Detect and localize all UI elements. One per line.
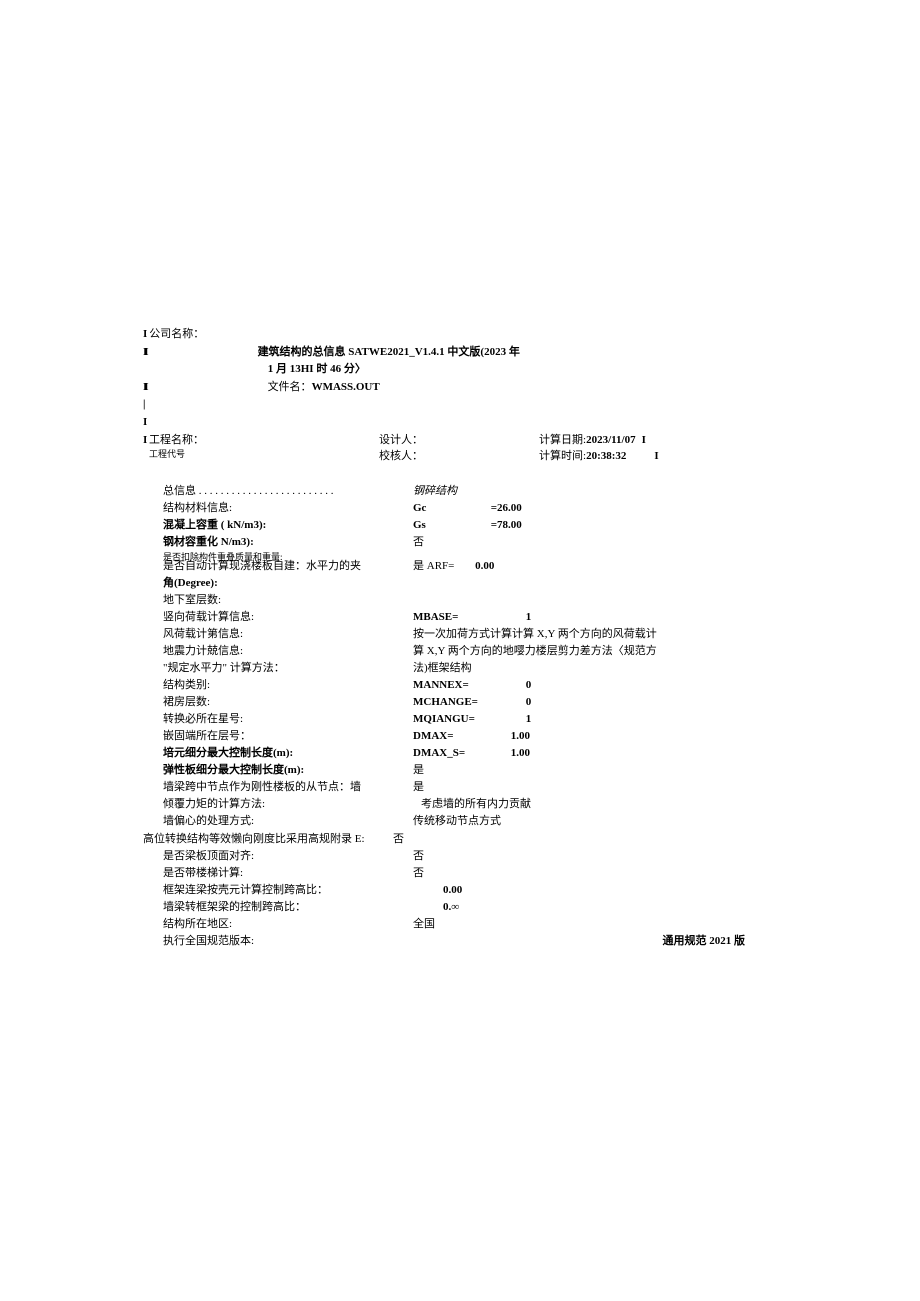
row-value: 考虑墙的所有内力贡献 [413, 796, 775, 813]
doc-title-line2: 1 月 13HI 时 46 分〉 [268, 361, 366, 379]
row-label: 风荷载计第信息: [143, 626, 413, 643]
material-info-value: 钢碎结构 [413, 483, 775, 500]
project-label: 工程名称： [143, 432, 264, 449]
row-label: 混凝上容重 ( kN/m3): [143, 517, 413, 534]
row-label: 是否梁板顶面对齐: [143, 848, 413, 865]
marker-i-end2: I [654, 448, 658, 465]
row-label: 嵌固端所在层号： [143, 728, 413, 745]
section-title: 总信息 . . . . . . . . . . . . . . . . . . … [143, 483, 413, 500]
last-row-label: 执行全国规范版本: [143, 933, 413, 950]
row-value: 否 [413, 848, 775, 865]
marker-i-2: I [143, 414, 147, 432]
row-label: 裙房层数: [143, 694, 413, 711]
calc-date-value: 2023/11/07 [586, 432, 636, 449]
ext-line: 工程代号 [143, 448, 264, 465]
arf-prefix: 是 ARF= [413, 560, 454, 572]
designer-label: 设计人： [264, 432, 539, 449]
row-value: 按一次加荷方式计算计算 X,Y 两个方向的风荷载计 [413, 626, 775, 643]
row-value: 0.∞ [413, 899, 775, 916]
val-mbase: 1 [526, 611, 532, 623]
row-value: 否 [413, 534, 775, 551]
row-label: 墙梁跨中节点作为刚性楼板的从节点：墙 [143, 779, 413, 796]
row-label: 高位转换结构等效懒向刚度比采用高规附录 E: [143, 831, 393, 848]
row-label: 钢材容重化 N/m3): [143, 534, 413, 551]
row-value: 是 [413, 762, 775, 779]
row-label: 结构材料信息: [143, 500, 413, 517]
marker-single: | [143, 396, 145, 414]
row-label: 地震力计兢信息: [143, 643, 413, 660]
val-mannex: 0 [526, 679, 532, 691]
row-value: 全国 [413, 916, 775, 933]
val-gs: =78.00 [491, 517, 522, 534]
code-mbase: MBASE= [413, 609, 523, 626]
marker-i: I [143, 326, 147, 344]
row-value: 是 [413, 779, 775, 796]
marker-i-3: I [143, 432, 147, 449]
row-value: 否 [413, 865, 775, 882]
filename-label: 文件名： [268, 379, 312, 397]
val-dmaxs: 1.00 [511, 747, 530, 759]
marker-i-end: I [642, 432, 646, 449]
last-row-value: 通用规范 2021 版 [413, 933, 775, 950]
arf-value: 0.00 [475, 560, 494, 572]
row-label: "规定水平力" 计算方法： [143, 660, 413, 677]
marker-ii-2: II [143, 379, 146, 397]
code-gs: Gs [413, 517, 488, 534]
calc-date-label: 计算日期: [539, 432, 586, 449]
doc-title-line1: 建筑结构的总信息 SATWE2021_V1.4.1 中文版(2023 年 [148, 344, 775, 362]
row-label: 框架连梁按壳元计算控制跨高比： [143, 882, 413, 899]
row-label: 是否带楼梯计算: [143, 865, 413, 882]
row-label: 地下室层数: [143, 592, 413, 609]
calc-time-value: 20:38:32 [586, 448, 626, 465]
filename-value: WMASS.OUT [312, 379, 380, 397]
row-value: 否 [393, 831, 775, 848]
val-mchange: 0 [526, 696, 532, 708]
row-label: 墙梁转框架梁的控制跨高比： [143, 899, 413, 916]
val-mqiangu: 1 [526, 713, 532, 725]
calc-time-label: 计算时间: [539, 448, 586, 465]
row-label: 角(Degree): [143, 575, 413, 592]
row-label: 是否自动计算现浇楼板自建：水平力的夹 [143, 558, 413, 575]
row-label: 弹性板细分最大控制长度(m): [143, 762, 413, 779]
document-header: I 公司名称： II 建筑结构的总信息 SATWE2021_V1.4.1 中文版… [143, 326, 775, 465]
marker-blank [143, 361, 146, 379]
row-value: 法)框架结构 [413, 660, 775, 677]
row-value: 算 X,Y 两个方向的地嘤力楼层剪力差方法〈规范方 [413, 643, 775, 660]
row-label: 倾覆力矩的计算方法: [143, 796, 413, 813]
code-mqiangu: MQIANGU= [413, 711, 523, 728]
marker-ii: II [143, 344, 146, 362]
row-value: 0.00 [413, 882, 775, 899]
code-dmaxs: DMAX_S= [413, 745, 508, 762]
row-label: 转换必所在星号: [143, 711, 413, 728]
row-label: 结构所在地区: [143, 916, 413, 933]
company-label: 公司名称： [149, 326, 269, 344]
val-dmax: 1.00 [511, 730, 530, 742]
row-label: 竖向荷载计算信息: [143, 609, 413, 626]
reviewer-label: 校核人： [264, 448, 539, 465]
code-mchange: MCHANGE= [413, 694, 523, 711]
row-label: 结构类别: [143, 677, 413, 694]
row-label: 墙偏心的处理方式: [143, 813, 413, 830]
code-gc: Gc [413, 500, 488, 517]
code-mannex: MANNEX= [413, 677, 523, 694]
code-dmax: DMAX= [413, 728, 508, 745]
general-info-section: 总信息 . . . . . . . . . . . . . . . . . . … [143, 483, 775, 950]
row-value: 传统移动节点方式 [413, 813, 775, 830]
row-label: 培元细分最大控制长度(m): [143, 745, 413, 762]
val-gc: =26.00 [491, 500, 522, 517]
